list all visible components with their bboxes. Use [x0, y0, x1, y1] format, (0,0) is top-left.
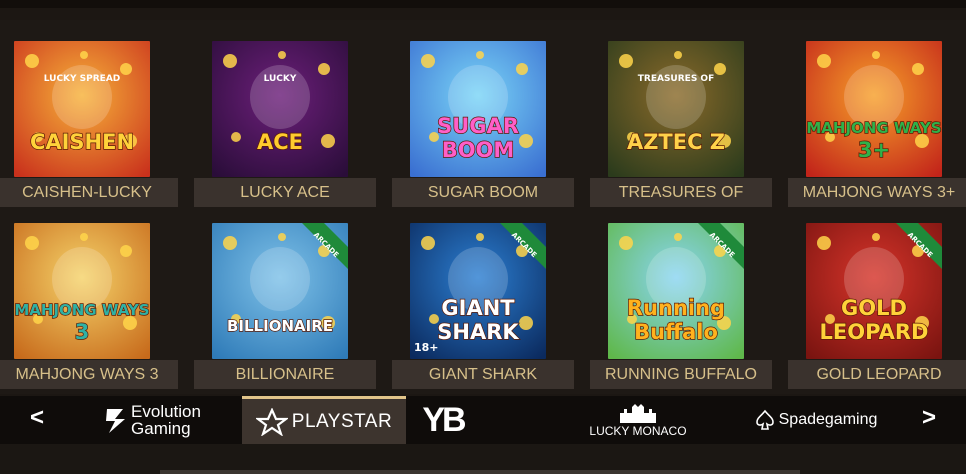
spadegaming-label: Spadegaming	[778, 411, 878, 428]
game-title[interactable]: MAHJONG WAYS 3	[0, 360, 178, 389]
castle-icon	[620, 403, 656, 423]
top-divider	[0, 8, 966, 20]
game-thumbnail[interactable]: 18+ GIANT SHARK ARCADE	[410, 223, 546, 359]
game-title[interactable]: GOLD LEOPARD	[788, 360, 966, 389]
evolution-label-line1: Evolution	[131, 402, 201, 421]
provider-playstar[interactable]: PLAYSTAR	[242, 396, 406, 444]
game-art: LUCKY ACE	[212, 41, 348, 177]
game-art: GOLDLEOPARDARCADE	[806, 223, 942, 359]
provider-yb[interactable]: YB	[420, 396, 466, 444]
evolution-label-line2: Gaming	[131, 419, 191, 438]
game-thumbnail[interactable]: MAHJONG WAYS 3	[14, 223, 150, 359]
game-art-title: ACE	[257, 130, 303, 154]
game-art-title: BOOM	[442, 138, 515, 162]
provider-spadegaming[interactable]: Spadegaming	[748, 396, 884, 444]
game-title[interactable]: SUGAR BOOM	[392, 178, 574, 207]
game-art: SUGARBOOM	[410, 41, 546, 177]
game-thumbnail[interactable]: LUCKY SPREAD CAISHEN	[14, 41, 150, 177]
game-art-title: GIANT	[441, 296, 515, 320]
game-art-title: BILLIONAIRE	[227, 317, 333, 335]
game-title[interactable]: TREASURES OF	[590, 178, 772, 207]
game-title[interactable]: LUCKY ACE	[194, 178, 376, 207]
game-title[interactable]: RUNNING BUFFALO	[590, 360, 772, 389]
game-art-title: GOLD	[841, 296, 907, 320]
game-title[interactable]: BILLIONAIRE	[194, 360, 376, 389]
game-thumbnail[interactable]: Running Buffalo ARCADE	[608, 223, 744, 359]
game-art: 18+GIANTSHARKARCADE	[410, 223, 546, 359]
game-art-title: CAISHEN	[30, 130, 134, 154]
provider-evolution-gaming[interactable]: Evolution Gaming	[92, 396, 212, 444]
game-art-subtitle: LUCKY SPREAD	[44, 74, 121, 84]
evolution-logo-icon	[106, 409, 126, 433]
game-art-title: LEOPARD	[820, 320, 929, 344]
game-thumbnail[interactable]: MAHJONG WAYS 3+	[806, 41, 942, 177]
game-thumbnail[interactable]: TREASURES OF AZTEC Z	[608, 41, 744, 177]
game-art-title: SUGAR	[437, 114, 519, 138]
game-title[interactable]: MAHJONG WAYS 3+	[788, 178, 966, 207]
game-thumbnail[interactable]: GOLD LEOPARD ARCADE	[806, 223, 942, 359]
provider-bar: < Evolution Gaming PLAYSTAR YB LUCKY MON…	[0, 396, 966, 444]
spade-icon	[755, 409, 774, 430]
yb-label: YB	[422, 400, 466, 439]
game-art: RunningBuffaloARCADE	[608, 223, 744, 359]
playstar-label: PLAYSTAR	[291, 410, 393, 432]
next-arrow-button[interactable]: >	[914, 404, 944, 432]
game-art: MAHJONG WAYS3	[14, 223, 150, 359]
game-thumbnail[interactable]: LUCKY ACE	[212, 41, 348, 177]
game-art-title: 3	[75, 320, 90, 344]
game-art: LUCKY SPREAD CAISHEN	[14, 41, 150, 177]
game-art-title: Running	[627, 296, 725, 320]
game-art-title: AZTEC Z	[627, 130, 725, 154]
game-art-title: MAHJONG WAYS	[14, 301, 149, 319]
game-art-title: SHARK	[437, 320, 519, 344]
game-art-title: Buffalo	[634, 320, 718, 344]
game-art-subtitle: TREASURES OF	[638, 74, 714, 84]
game-title[interactable]: CAISHEN-LUCKY	[0, 178, 178, 207]
horizontal-scrollbar[interactable]	[160, 470, 800, 474]
playstar-star-icon	[255, 407, 288, 436]
games-page: LUCKY SPREAD CAISHEN CAISHEN-LUCKY LUCKY ACE…	[0, 0, 966, 474]
top-strip	[0, 0, 966, 8]
game-thumbnail[interactable]: BILLIONAIRE ARCADE	[212, 223, 348, 359]
game-art-subtitle: LUCKY	[264, 74, 297, 84]
game-art-title: MAHJONG WAYS	[806, 119, 941, 137]
game-art: MAHJONG WAYS3+	[806, 41, 942, 177]
prev-arrow-button[interactable]: <	[22, 404, 52, 432]
game-thumbnail[interactable]: SUGAR BOOM	[410, 41, 546, 177]
lucky-monaco-label: LUCKY MONACO	[589, 423, 687, 438]
game-art: TREASURES OF AZTEC Z	[608, 41, 744, 177]
game-art-subtitle: 18+	[414, 341, 439, 354]
game-art-title: 3+	[858, 138, 890, 162]
provider-lucky-monaco[interactable]: LUCKY MONACO	[584, 396, 692, 444]
game-art: BILLIONAIREARCADE	[212, 223, 348, 359]
game-grid: LUCKY SPREAD CAISHEN CAISHEN-LUCKY LUCKY ACE…	[0, 20, 966, 394]
game-title[interactable]: GIANT SHARK	[392, 360, 574, 389]
